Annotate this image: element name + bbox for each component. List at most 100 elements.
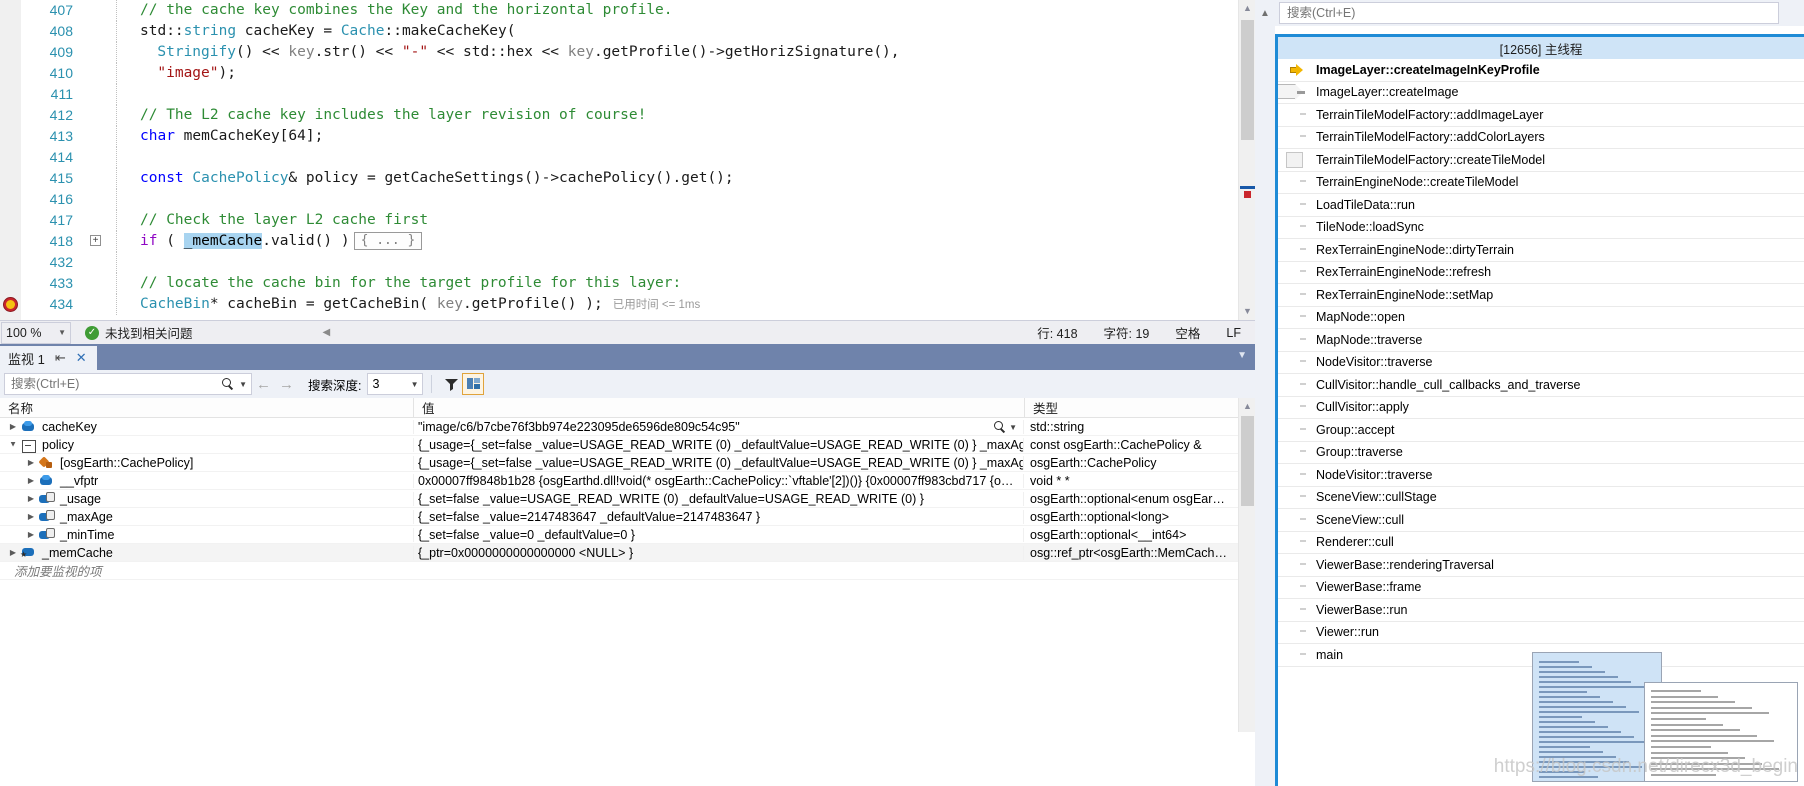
chevron-right-icon[interactable]: ▶ [24,512,38,521]
table-row[interactable]: ▶ _maxAge {_set=false _value=2147483647 _d… [0,508,1255,526]
tab-watch-1[interactable]: 监视 1 ⇤ ✕ [0,346,97,370]
call-stack-row[interactable]: ViewerBase::frame [1278,577,1804,599]
column-header-name[interactable]: 名称 [0,398,413,417]
code-lines[interactable]: 407 // the cache key combines the Key and… [0,0,1232,320]
call-stack-row[interactable]: MapNode::open [1278,307,1804,329]
value-visualizer-control[interactable]: ▼ [994,420,1017,434]
call-stack-row[interactable]: NodeVisitor::traverse [1278,352,1804,374]
close-icon[interactable]: ✕ [76,350,87,366]
expand-outline-icon[interactable]: + [90,235,101,246]
code-line[interactable]: 432 [0,252,1232,273]
search-depth-combo[interactable]: 3 ▼ [367,373,424,395]
table-row[interactable]: ▲ policy {_usage={_set=false _value=USAGE_… [0,436,1255,454]
scroll-up-icon[interactable]: ▲ [1239,398,1256,415]
filter-icon[interactable] [440,373,462,395]
chevron-right-icon[interactable]: ▶ [24,458,38,467]
scroll-up-icon[interactable]: ▲ [1255,1,1275,25]
call-stack-row[interactable]: CullVisitor::apply [1278,397,1804,419]
call-stack-row[interactable]: Viewer::run [1278,622,1804,644]
call-stack-row[interactable]: Group::accept [1278,419,1804,442]
variable-name-cell[interactable]: ▶ __vfptr [0,473,413,489]
variable-name-cell[interactable]: ▶ [osgEarth::CachePolicy] [0,455,413,471]
call-stack-row[interactable]: SceneView::cull [1278,509,1804,532]
call-stack-search-input[interactable] [1285,5,1773,21]
call-stack-row[interactable]: RexTerrainEngineNode::dirtyTerrain [1278,239,1804,262]
code-line[interactable]: 413 char memCacheKey[64]; [0,126,1232,147]
variable-name-cell[interactable]: ▲ policy [0,437,413,453]
chevron-down-icon[interactable]: ▼ [239,380,247,389]
variable-value-cell[interactable]: {_ptr=0x0000000000000000 <NULL> } [413,545,1023,560]
watch-variables-grid[interactable]: 名称 值 类型 ▶ cacheKey "image/c6/b7cbe76f3bb97… [0,398,1256,732]
scroll-up-icon[interactable]: ▲ [1239,0,1255,17]
chevron-down-icon[interactable]: ▲ [6,440,20,449]
code-line[interactable]: 415 const CachePolicy& policy = getCacheS… [0,168,1232,189]
call-stack-row[interactable]: MapNode::traverse [1278,329,1804,352]
table-row[interactable]: ▶ __vfptr 0x00007ff9848b1b28 {osgEarthd.dl… [0,472,1255,490]
code-line[interactable]: 417 // Check the layer L2 cache first [0,210,1232,231]
chevron-right-icon[interactable]: ▶ [24,494,38,503]
search-previous-icon[interactable]: ← [256,376,271,393]
code-line[interactable]: 409 Stringify() << key.str() << "-" << st… [0,42,1232,63]
variable-value-cell[interactable]: {_set=false _value=0 _defaultValue=0 } [413,527,1023,542]
watch-search-input[interactable] [9,376,219,392]
call-stack-row[interactable]: TerrainTileModelFactory::addColorLayers [1278,127,1804,149]
code-line[interactable]: 410 "image"); [0,63,1232,84]
pin-icon[interactable]: ⇤ [55,350,66,366]
table-row[interactable]: ▶ [osgEarth::CachePolicy] {_usage={_set=fa… [0,454,1255,472]
chevron-right-icon[interactable]: ▶ [24,476,38,485]
scroll-down-icon[interactable]: ▼ [1239,303,1255,320]
watch-scroll-thumb[interactable] [1241,416,1254,506]
variable-name-cell[interactable]: ▶ cacheKey [0,419,413,435]
call-stack-row[interactable]: TerrainEngineNode::createTileModel [1278,172,1804,194]
code-line[interactable]: 418 + if ( _memCache.valid() ){ ... } [0,231,1232,252]
call-stack-rows[interactable]: ImageLayer::createImageInKeyProfile Image… [1278,59,1804,667]
call-stack-row[interactable]: LoadTileData::run [1278,194,1804,217]
variable-name-cell[interactable]: ▶ _memCache [0,545,413,561]
editor-vertical-scrollbar[interactable]: ▲ ▼ [1238,0,1255,320]
call-stack-row[interactable]: RexTerrainEngineNode::refresh [1278,262,1804,284]
table-row[interactable]: ▶ _usage {_set=false _value=USAGE_READ_WRI… [0,490,1255,508]
editor-scroll-thumb[interactable] [1241,20,1254,140]
variable-name-cell[interactable]: ▶ _minTime [0,527,413,543]
grid-body[interactable]: ▶ cacheKey "image/c6/b7cbe76f3bb974e223095… [0,418,1255,562]
watch-add-item-row[interactable]: 添加要监视的项 [0,562,1255,580]
chevron-down-icon[interactable]: ▼ [1009,423,1017,432]
call-stack-row[interactable]: ImageLayer::createImageInKeyProfile [1278,59,1804,82]
call-stack-row[interactable]: main [1278,644,1804,667]
code-line[interactable]: 416 [0,189,1232,210]
table-row[interactable]: ▶ _minTime {_set=false _value=0 _defaultVa… [0,526,1255,544]
code-line[interactable]: 412 // The L2 cache key includes the laye… [0,105,1232,126]
code-line[interactable]: 414 [0,147,1232,168]
search-next-icon[interactable]: → [279,376,294,393]
variable-value-cell[interactable]: {_set=false _value=2147483647 _defaultVa… [413,509,1023,524]
code-line[interactable]: 411 [0,84,1232,105]
variable-value-cell[interactable]: 0x00007ff9848b1b28 {osgEarthd.dll!void(*… [413,473,1023,488]
variable-value-cell[interactable]: {_usage={_set=false _value=USAGE_READ_WR… [413,437,1023,452]
code-line[interactable]: 407 // the cache key combines the Key and… [0,0,1232,21]
column-header-type[interactable]: 类型 [1025,398,1255,417]
call-stack-row[interactable]: ViewerBase::run [1278,599,1804,622]
zoom-level-combo[interactable]: 100 % ▼ [1,321,71,344]
show-raw-structure-icon[interactable] [462,373,485,395]
code-line[interactable]: 408 std::string cacheKey = Cache::makeCac… [0,21,1232,42]
call-stack-row[interactable]: TerrainTileModelFactory::addImageLayer [1278,104,1804,127]
table-row[interactable]: ▶ _memCache {_ptr=0x0000000000000000 <NULL… [0,544,1255,562]
call-stack-row[interactable]: TileNode::loadSync [1278,217,1804,239]
watch-grid-scrollbar[interactable]: ▲ [1238,398,1256,732]
call-stack-row[interactable]: ViewerBase::renderingTraversal [1278,554,1804,577]
magnifier-icon[interactable] [994,420,1007,434]
chevron-down-icon[interactable]: ▼ [1237,350,1247,361]
call-stack-row[interactable]: NodeVisitor::traverse [1278,464,1804,487]
variable-name-cell[interactable]: ▶ _usage [0,491,413,507]
collapsed-code-block[interactable]: { ... } [353,232,423,250]
call-stack-row[interactable]: CullVisitor::handle_cull_callbacks_and_t… [1278,374,1804,397]
variable-value-cell[interactable]: {_usage={_set=false _value=USAGE_READ_WR… [413,455,1023,470]
table-row[interactable]: ▶ cacheKey "image/c6/b7cbe76f3bb974e223095… [0,418,1255,436]
call-stack-search-box[interactable] [1279,2,1779,24]
call-stack-row[interactable]: SceneView::cullStage [1278,487,1804,509]
watch-search-box[interactable]: ▼ [4,373,252,395]
call-stack-row[interactable]: Renderer::cull [1278,532,1804,554]
code-editor-pane[interactable]: 407 // the cache key combines the Key and… [0,0,1255,320]
code-line[interactable]: 434 CacheBin* cacheBin = getCacheBin( key… [0,294,1232,315]
call-stack-frame-list[interactable]: [12656] 主线程 ImageLayer::createImageInKey… [1275,34,1804,786]
